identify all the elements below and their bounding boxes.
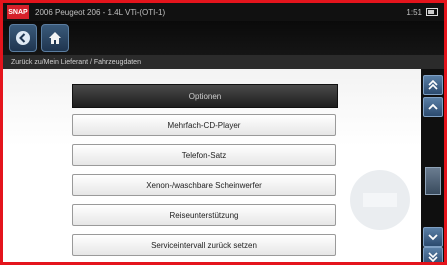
chevron-up-icon: [428, 103, 438, 110]
device-frame: SNAP 2006 Peugeot 206 - 1.4L VTi-(OTI-1)…: [0, 0, 447, 265]
clock: 1:51: [406, 7, 422, 17]
watermark-icon: [350, 170, 410, 230]
back-button[interactable]: [9, 24, 37, 52]
arrow-left-icon: [16, 31, 30, 45]
home-icon: [49, 32, 61, 44]
toolbar: [3, 21, 444, 55]
menu-item-multi-cd-player[interactable]: Mehrfach-CD-Player: [72, 114, 336, 136]
scrollbar[interactable]: [421, 69, 444, 262]
menu-item-service-interval-reset[interactable]: Serviceintervall zurück setzen: [72, 234, 336, 256]
scroll-down-button[interactable]: [423, 227, 443, 247]
window-title: 2006 Peugeot 206 - 1.4L VTi-(OTI-1): [35, 7, 166, 17]
double-chevron-up-icon: [428, 79, 438, 90]
chevron-down-icon: [428, 234, 438, 241]
double-chevron-down-icon: [428, 252, 438, 262]
menu-item-telephone-kit[interactable]: Telefon-Satz: [72, 144, 336, 166]
scroll-up-button[interactable]: [423, 97, 443, 117]
home-button[interactable]: [41, 24, 69, 52]
title-bar: SNAP 2006 Peugeot 206 - 1.4L VTi-(OTI-1)…: [3, 3, 444, 21]
options-menu: Optionen Mehrfach-CD-Player Telefon-Satz…: [3, 69, 421, 262]
brand-logo: SNAP: [7, 5, 29, 19]
scroll-top-button[interactable]: [423, 75, 443, 95]
menu-header: Optionen: [72, 84, 338, 108]
battery-icon: [426, 8, 438, 16]
menu-item-cruise-control[interactable]: Reiseunterstützung: [72, 204, 336, 226]
status-area: 1:51: [406, 8, 438, 17]
scroll-thumb[interactable]: [425, 167, 441, 195]
breadcrumb: Zurück zu/Mein Lieferant / Fahrzeugdaten: [3, 55, 444, 69]
menu-item-xenon-headlights[interactable]: Xenon-/waschbare Scheinwerfer: [72, 174, 336, 196]
scroll-bottom-button[interactable]: [423, 247, 443, 262]
